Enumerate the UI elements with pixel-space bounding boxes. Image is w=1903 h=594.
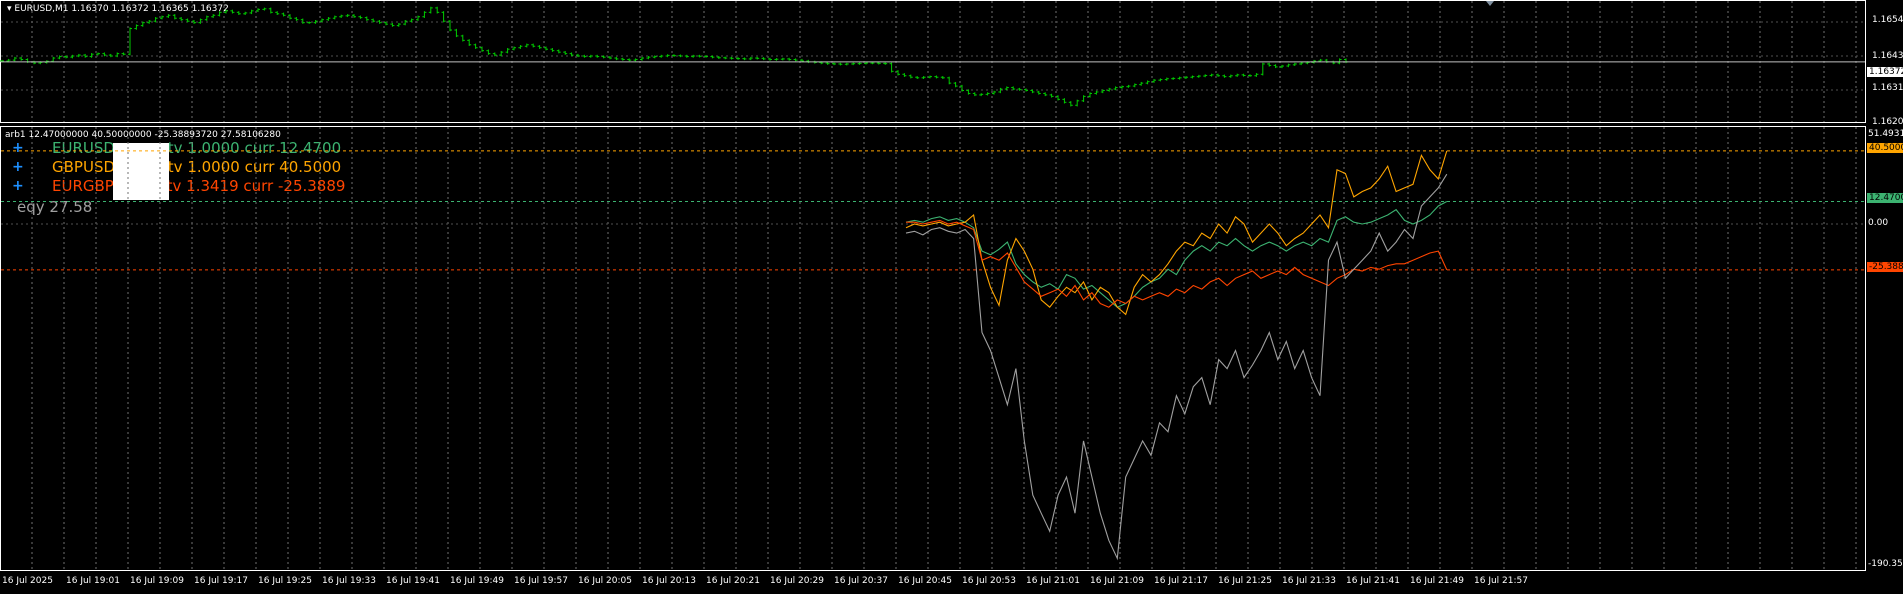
chart-canvas (0, 1, 1865, 570)
series-line-eqy (905, 173, 1448, 561)
series-line-eurusd (905, 201, 1448, 308)
shift-marker-icon (1486, 1, 1494, 6)
series-line-gbpusd (905, 150, 1448, 316)
series-line-eurgbp (906, 219, 1448, 308)
